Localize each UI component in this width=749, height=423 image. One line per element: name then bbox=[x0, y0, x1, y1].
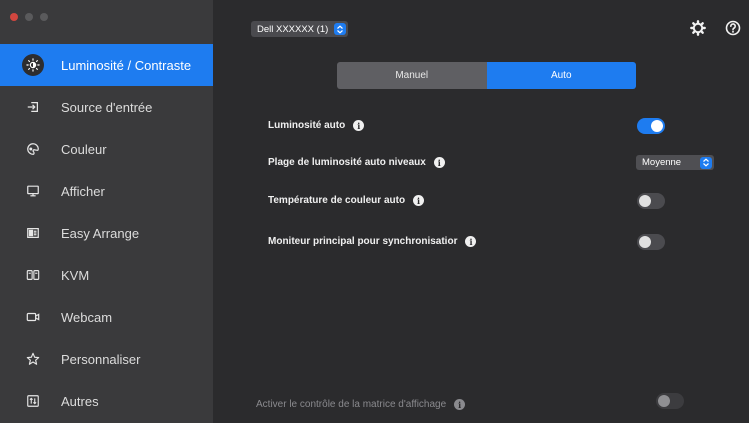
toggle-knob bbox=[651, 120, 663, 132]
info-icon[interactable]: i bbox=[465, 236, 477, 247]
toggle-knob bbox=[639, 236, 651, 248]
matrix-control-toggle[interactable] bbox=[656, 393, 684, 409]
monitor-select[interactable]: Dell XXXXXX (1) bbox=[251, 21, 349, 37]
sidebar-item-webcam[interactable]: Webcam bbox=[0, 296, 213, 338]
sidebar-item-label: Personnaliser bbox=[61, 351, 141, 367]
sidebar-item-label: Luminosité / Contraste bbox=[61, 57, 192, 73]
sidebar-item-personalize[interactable]: Personnaliser bbox=[0, 338, 213, 380]
color-palette-icon bbox=[22, 138, 44, 160]
zoom-window-button[interactable] bbox=[40, 13, 48, 21]
sidebar-item-label: Webcam bbox=[61, 309, 113, 325]
gear-icon[interactable] bbox=[690, 20, 706, 36]
mode-segmented-control: Manuel Auto bbox=[337, 62, 636, 89]
mode-manual-button[interactable]: Manuel bbox=[337, 62, 487, 89]
auto-brightness-range-value: Moyenne bbox=[642, 157, 682, 168]
sidebar-item-easy-arrange[interactable]: Easy Arrange bbox=[0, 212, 213, 254]
webcam-icon bbox=[22, 306, 44, 328]
auto-brightness-toggle[interactable] bbox=[637, 118, 665, 134]
sync-main-monitor-row: Moniteur principal pour synchronisatior … bbox=[268, 236, 477, 247]
auto-brightness-range-label: Plage de luminosité auto niveaux bbox=[268, 157, 426, 168]
mode-auto-button[interactable]: Auto bbox=[486, 62, 636, 89]
sync-main-monitor-toggle[interactable] bbox=[637, 234, 665, 250]
auto-brightness-range-row: Plage de luminosité auto niveaux i bbox=[268, 157, 445, 168]
minimize-window-button[interactable] bbox=[25, 13, 33, 21]
auto-color-temp-row: Température de couleur auto i bbox=[268, 195, 425, 206]
auto-color-temp-toggle[interactable] bbox=[637, 193, 665, 209]
sidebar: Luminosité / Contraste Source d'entrée C… bbox=[0, 0, 213, 423]
auto-color-temp-label: Température de couleur auto bbox=[268, 195, 406, 206]
chevron-up-down-icon bbox=[334, 23, 347, 35]
sidebar-item-input-source[interactable]: Source d'entrée bbox=[0, 86, 213, 128]
info-icon[interactable]: i bbox=[433, 157, 445, 168]
sidebar-item-others[interactable]: Autres bbox=[0, 380, 213, 422]
sidebar-item-label: Afficher bbox=[61, 183, 105, 199]
sidebar-item-color[interactable]: Couleur bbox=[0, 128, 213, 170]
auto-brightness-label: Luminosité auto bbox=[268, 120, 346, 131]
sidebar-item-label: Easy Arrange bbox=[61, 225, 140, 241]
sidebar-item-label: Couleur bbox=[61, 141, 107, 157]
kvm-icon bbox=[22, 264, 44, 286]
auto-brightness-row: Luminosité auto i bbox=[268, 120, 365, 131]
sidebar-nav: Luminosité / Contraste Source d'entrée C… bbox=[0, 44, 213, 422]
window-controls bbox=[10, 13, 48, 21]
sidebar-item-display[interactable]: Afficher bbox=[0, 170, 213, 212]
info-icon[interactable]: i bbox=[454, 399, 466, 410]
auto-brightness-range-select[interactable]: Moyenne bbox=[636, 155, 714, 170]
display-icon bbox=[22, 180, 44, 202]
matrix-control-row: Activer le contrôle de la matrice d'affi… bbox=[256, 399, 466, 410]
sidebar-item-label: Source d'entrée bbox=[61, 99, 153, 115]
sync-main-monitor-label: Moniteur principal pour synchronisatior bbox=[268, 236, 458, 247]
star-icon bbox=[22, 348, 44, 370]
app-window: Luminosité / Contraste Source d'entrée C… bbox=[0, 0, 749, 423]
sidebar-item-kvm[interactable]: KVM bbox=[0, 254, 213, 296]
sidebar-item-label: Autres bbox=[61, 393, 99, 409]
help-icon[interactable] bbox=[725, 20, 741, 36]
toggle-knob bbox=[658, 395, 670, 407]
toggle-knob bbox=[639, 195, 651, 207]
chevron-up-down-icon bbox=[700, 156, 712, 169]
others-icon bbox=[22, 390, 44, 412]
info-icon[interactable]: i bbox=[353, 120, 365, 131]
monitor-select-value: Dell XXXXXX (1) bbox=[257, 23, 329, 35]
input-source-icon bbox=[22, 96, 44, 118]
close-window-button[interactable] bbox=[10, 13, 18, 21]
sidebar-item-brightness-contrast[interactable]: Luminosité / Contraste bbox=[0, 44, 213, 86]
matrix-control-label: Activer le contrôle de la matrice d'affi… bbox=[256, 399, 447, 410]
info-icon[interactable]: i bbox=[413, 195, 425, 206]
sidebar-item-label: KVM bbox=[61, 267, 90, 283]
brightness-icon bbox=[22, 54, 44, 76]
easy-arrange-icon bbox=[22, 222, 44, 244]
